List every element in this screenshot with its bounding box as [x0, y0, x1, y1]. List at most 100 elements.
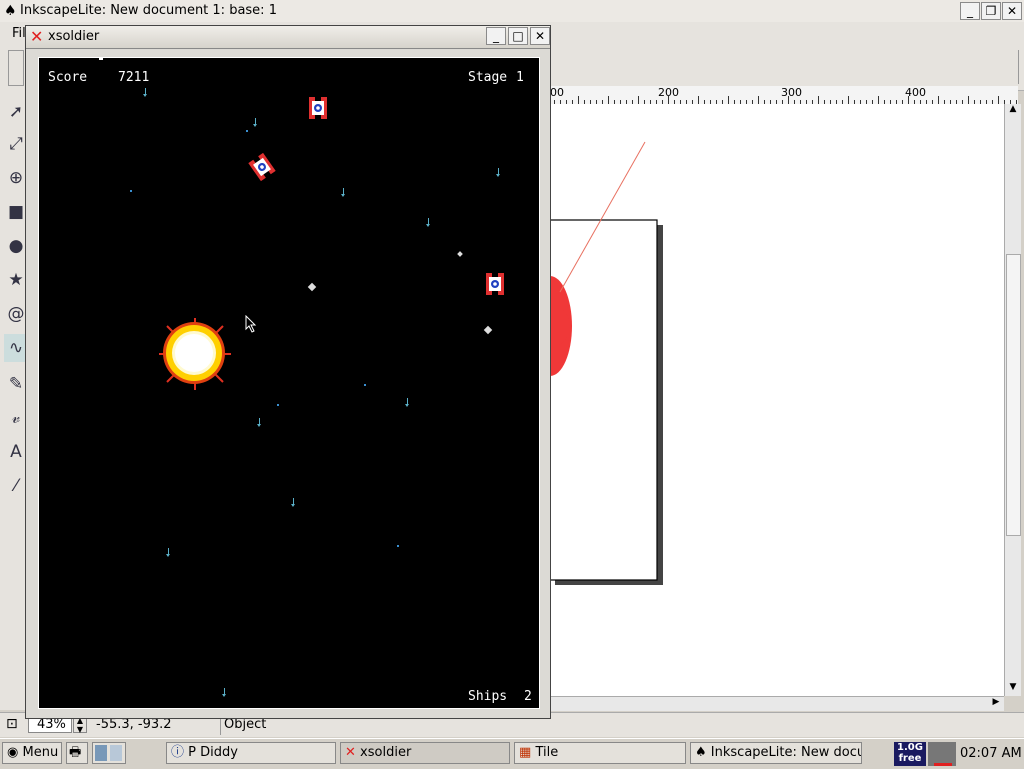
minimize-button[interactable]: _: [960, 2, 980, 20]
score-label: Score: [48, 70, 88, 85]
ruler-tick: [968, 96, 969, 104]
mouse-cursor-icon: [245, 315, 257, 333]
task-label: Tile: [535, 745, 559, 760]
star: [277, 404, 279, 406]
ruler-tick: [728, 96, 729, 104]
cpu-monitor-bar: [934, 763, 952, 766]
x-icon: ✕: [30, 27, 44, 46]
ruler-label: 00: [550, 86, 564, 99]
pager-desktop-1[interactable]: [95, 745, 107, 761]
horizontal-ruler: 00 200 300 400: [548, 86, 1018, 105]
stage-value: 1: [516, 70, 524, 85]
star: [99, 58, 103, 60]
star: [246, 130, 248, 132]
ruler-tick: [878, 96, 879, 104]
ruler-tick: [938, 96, 939, 104]
enemy-bullet: [457, 251, 463, 257]
enemy-shot: [253, 118, 257, 127]
ships-label: Ships: [468, 689, 508, 704]
maximize-button[interactable]: □: [508, 27, 528, 45]
task-xsoldier[interactable]: ✕ xsoldier: [340, 742, 510, 764]
enemy-bullet: [307, 282, 317, 292]
minimize-button[interactable]: _: [486, 27, 506, 45]
drawing-canvas[interactable]: [550, 104, 1004, 696]
ruler-tick: [698, 96, 699, 104]
ruler-tick: [638, 96, 639, 104]
enemy-shot: [496, 168, 500, 177]
enemy-shot: [341, 188, 345, 197]
task-label: InkscapeLite: New docu: [710, 745, 862, 760]
xsoldier-window: ✕ xsoldier _ □ ✕ Score 7211 Stage 1 Ship…: [25, 25, 551, 719]
stage-label: Stage: [468, 70, 508, 85]
menu-file[interactable]: Fil: [12, 26, 26, 41]
x-icon: ✕: [345, 745, 356, 760]
vertical-scrollbar[interactable]: ▲ ▼: [1004, 104, 1021, 696]
cursor-coordinates: -55.3, -93.2: [96, 717, 172, 732]
pager-desktop-2[interactable]: [110, 745, 122, 761]
ruler-tick: [818, 96, 819, 104]
enemy-shot: [426, 218, 430, 227]
taskbar: ◉ Menu 🖶 ⓘ P Diddy ✕ xsoldier ▦ Tile ♠ I…: [0, 738, 1024, 769]
inkscape-icon: ♠: [695, 745, 707, 760]
task-tile[interactable]: ▦ Tile: [514, 742, 686, 764]
star: [397, 545, 399, 547]
scroll-up-arrow-icon[interactable]: ▲: [1006, 104, 1020, 116]
xsoldier-window-title: xsoldier: [48, 29, 100, 44]
enemy-shot: [222, 688, 226, 697]
desktop-pager[interactable]: [92, 742, 126, 764]
close-button[interactable]: ✕: [530, 27, 550, 45]
enemy-shot: [143, 88, 147, 97]
ruler-tick: [668, 96, 669, 104]
ruler-tick: [848, 96, 849, 104]
task-label: xsoldier: [360, 745, 412, 760]
star: [130, 190, 132, 192]
enemy-ship-icon: [309, 97, 327, 119]
ruler-tick: [578, 96, 579, 104]
ruler-tick: [608, 96, 609, 104]
memory-amount: 1.0G: [897, 742, 923, 753]
star: [364, 384, 366, 386]
ruler-tick: [998, 96, 999, 104]
scroll-down-arrow-icon[interactable]: ▼: [1006, 682, 1020, 694]
status-message: Object: [224, 717, 267, 732]
task-inkscape[interactable]: ♠ InkscapeLite: New docu: [690, 742, 862, 764]
toolbar-separator: [1018, 50, 1021, 84]
explosion-icon: [159, 318, 231, 390]
enemy-shot: [291, 498, 295, 507]
memory-free-label: free: [898, 753, 922, 764]
memory-monitor: 1.0G free: [894, 742, 926, 766]
scroll-thumb[interactable]: [1006, 254, 1021, 536]
menu-label: Menu: [22, 745, 59, 760]
clock: 02:07 AM: [960, 746, 1022, 761]
tile-icon: ▦: [519, 745, 532, 760]
task-label: P Diddy: [188, 745, 238, 760]
task-p-diddy[interactable]: ⓘ P Diddy: [166, 742, 336, 764]
inkscape-titlebar: ♠ InkscapeLite: New document 1: base: 1 …: [0, 0, 1024, 23]
enemy-ship-icon: [486, 273, 504, 295]
toolbar-handle[interactable]: [8, 50, 24, 86]
zoom-icon: ⊡: [6, 716, 18, 732]
enemy-shot: [257, 418, 261, 427]
cpu-monitor: [928, 742, 956, 766]
quick-launch-icon[interactable]: 🖶: [66, 742, 88, 764]
start-menu-button[interactable]: ◉ Menu: [2, 742, 62, 764]
ruler-tick: [908, 96, 909, 104]
ruler-tick: [788, 96, 789, 104]
close-button[interactable]: ✕: [1002, 2, 1022, 20]
ruler-tick: [758, 96, 759, 104]
ships-value: 2: [524, 689, 532, 704]
enemy-ship-icon: [248, 152, 276, 182]
canvas-drawing: [550, 141, 663, 585]
scroll-right-arrow-icon[interactable]: ▶: [990, 697, 1002, 709]
enemy-shot: [166, 548, 170, 557]
xsoldier-titlebar[interactable]: ✕ xsoldier _ □ ✕: [26, 26, 550, 49]
score-value: 7211: [118, 70, 150, 85]
game-screen[interactable]: Score 7211 Stage 1 Ships 2: [38, 57, 540, 709]
inkscape-icon: ♠: [4, 3, 17, 19]
enemy-bullet: [483, 325, 493, 335]
restore-button[interactable]: ❐: [981, 2, 1001, 20]
ruler-label: 300: [781, 86, 802, 99]
info-icon: ⓘ: [171, 745, 185, 760]
horizontal-scrollbar[interactable]: ▶: [550, 696, 1004, 711]
page-border: [550, 219, 658, 581]
